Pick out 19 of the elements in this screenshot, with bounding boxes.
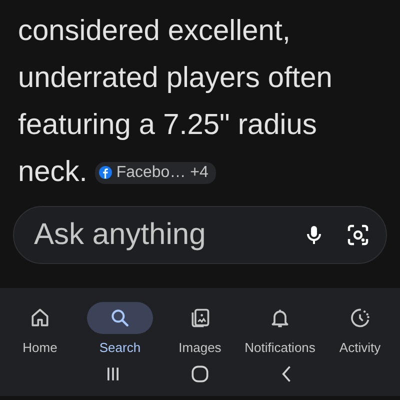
answer-text: neck.: [18, 155, 88, 190]
bell-icon: [269, 307, 291, 329]
images-icon: [189, 307, 211, 329]
answer-text: featuring a 7.25" radius: [18, 108, 317, 143]
search-icon: [109, 307, 131, 329]
search-field[interactable]: Ask anything: [32, 217, 282, 253]
activity-icon: [349, 307, 371, 329]
home-icon: [29, 307, 51, 329]
camera-lens-icon[interactable]: [346, 223, 370, 247]
nav-tab[interactable]: Notifications: [240, 302, 320, 355]
nav-tab[interactable]: Search: [80, 302, 160, 355]
search-bar[interactable]: Ask anything: [13, 206, 387, 264]
source-chip[interactable]: Facebo… +4: [95, 162, 216, 184]
social-logo-icon: [99, 166, 112, 179]
nav-tab[interactable]: Images: [160, 302, 240, 355]
answer-text: underrated players often: [18, 61, 332, 96]
answer-text: considered excellent,: [18, 14, 290, 49]
nav-tab[interactable]: Activity: [320, 302, 400, 355]
nav-tab[interactable]: Home: [0, 302, 80, 355]
